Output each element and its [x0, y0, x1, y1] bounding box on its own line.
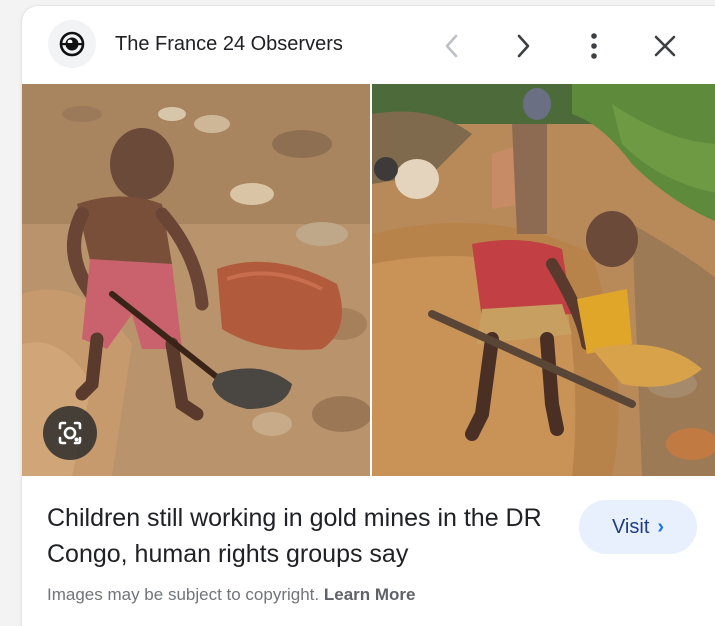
preview-image[interactable] — [22, 84, 715, 476]
result-title[interactable]: Children still working in gold mines in … — [47, 500, 567, 572]
learn-more-link[interactable]: Learn More — [324, 585, 416, 604]
copyright-notice: Images may be subject to copyright. Lear… — [47, 585, 416, 605]
visit-button[interactable]: Visit › — [579, 500, 697, 554]
close-icon[interactable] — [645, 26, 685, 66]
source-name[interactable]: The France 24 Observers — [115, 33, 343, 56]
chevron-right-icon[interactable] — [503, 26, 543, 66]
photo-children-panning — [372, 84, 715, 476]
google-lens-icon[interactable] — [43, 406, 97, 460]
france24-observers-eye-icon[interactable] — [48, 20, 96, 68]
more-vertical-icon[interactable] — [574, 26, 614, 66]
preview-header: The France 24 Observers — [22, 6, 715, 84]
chevron-left-icon[interactable] — [432, 26, 472, 66]
chevron-right-icon: › — [657, 516, 665, 538]
copyright-text: Images may be subject to copyright. — [47, 585, 320, 604]
image-preview-panel: The France 24 Observers Children still w… — [22, 6, 715, 626]
visit-label: Visit — [611, 516, 650, 538]
